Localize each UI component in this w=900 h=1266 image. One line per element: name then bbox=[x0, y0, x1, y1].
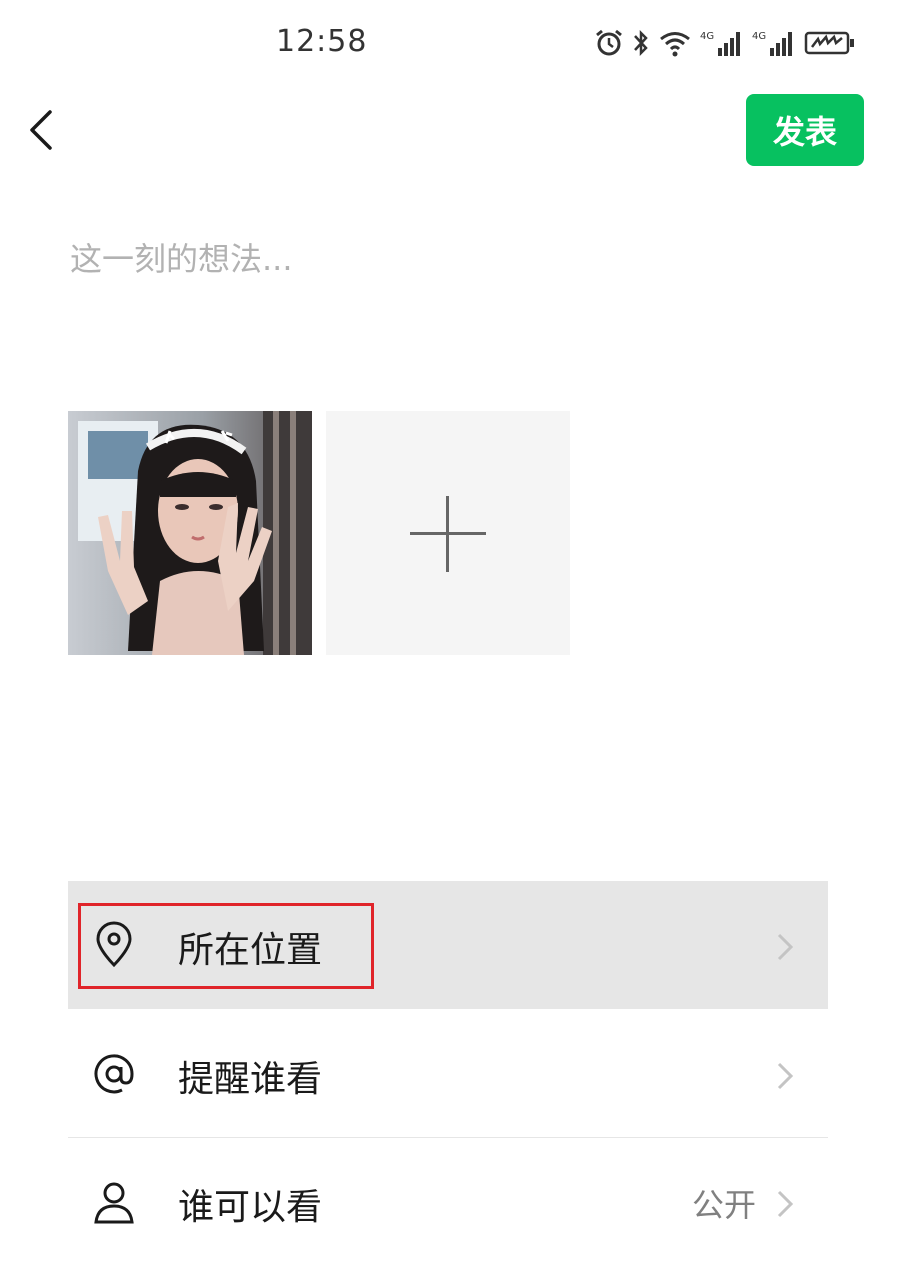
photo-thumbnail[interactable] bbox=[68, 411, 312, 655]
location-label: 所在位置 bbox=[178, 930, 323, 971]
back-button[interactable] bbox=[18, 100, 74, 160]
signal-4g-icon: 4G bbox=[752, 31, 792, 56]
option-row-visibility[interactable]: 谁可以看 公开 bbox=[68, 1138, 828, 1266]
post-button[interactable]: 发表 bbox=[746, 94, 864, 166]
bluetooth-icon bbox=[634, 29, 648, 57]
chevron-right-icon bbox=[777, 1062, 794, 1090]
person-icon bbox=[94, 1182, 134, 1224]
option-row-location[interactable]: 所在位置 bbox=[68, 881, 828, 1009]
svg-text:4G: 4G bbox=[752, 31, 766, 42]
battery-charging-icon bbox=[804, 31, 854, 55]
visibility-label: 谁可以看 bbox=[178, 1187, 323, 1228]
option-row-remind[interactable]: 提醒谁看 bbox=[68, 1010, 828, 1138]
signal-4g-icon: 4G bbox=[700, 31, 740, 56]
visibility-value: 公开 bbox=[691, 1186, 756, 1224]
remind-label: 提醒谁看 bbox=[178, 1059, 323, 1100]
selfie-photo-image bbox=[68, 411, 312, 655]
thought-input[interactable] bbox=[68, 232, 832, 356]
chevron-right-icon bbox=[777, 933, 794, 961]
at-icon bbox=[94, 1054, 134, 1094]
status-time: 12:58 bbox=[276, 24, 368, 59]
svg-text:4G: 4G bbox=[700, 31, 714, 42]
chevron-right-icon bbox=[777, 1190, 794, 1218]
back-chevron-icon bbox=[30, 110, 52, 150]
alarm-icon bbox=[596, 29, 622, 56]
status-bar: 12:58 4G 4G bbox=[0, 0, 900, 86]
add-photo-button[interactable] bbox=[326, 411, 570, 655]
location-pin-icon bbox=[96, 921, 132, 968]
status-icons: 4G 4G bbox=[594, 24, 856, 62]
wifi-icon bbox=[660, 32, 690, 57]
